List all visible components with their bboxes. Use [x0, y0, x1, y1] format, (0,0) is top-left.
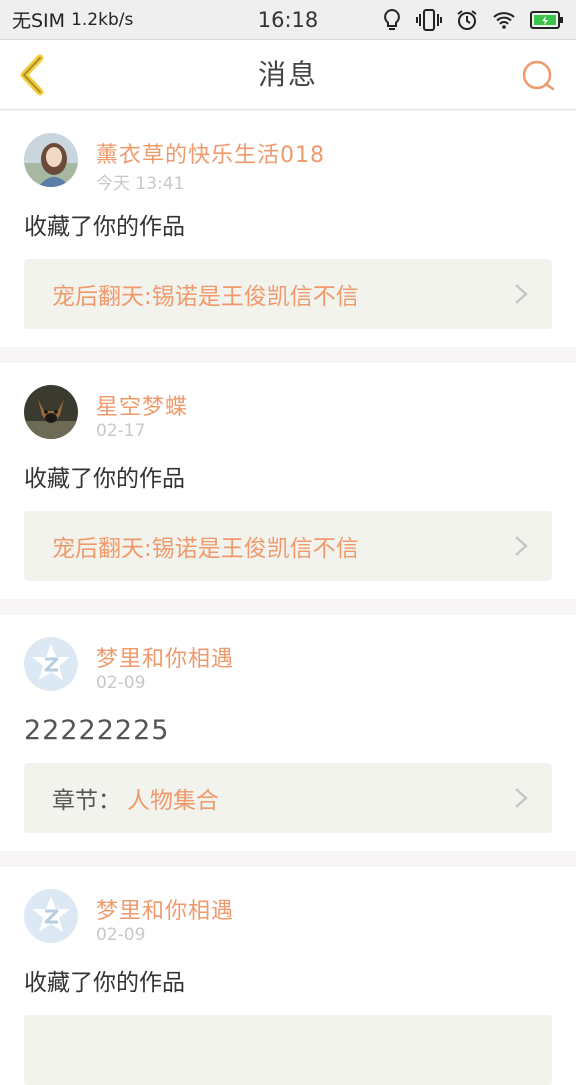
timestamp: 今天 13:41 [96, 174, 185, 194]
chapter-title: 人物集合 [127, 788, 219, 814]
timestamp: 02-17 [96, 421, 146, 441]
work-title: 宠后翻天:锡诺是王俊凯信不信 [52, 284, 359, 310]
message-card: 梦里和你相遇 02-09 22222225 章节： 人物集合 [0, 615, 576, 851]
status-left: 无SIM 1.2kb/s [12, 6, 382, 33]
username[interactable]: 薰衣草的快乐生活018 [96, 137, 325, 169]
message-header: 星空梦蝶 02-17 [24, 363, 552, 449]
search-icon [522, 60, 555, 91]
chevron-left-icon [20, 54, 44, 96]
work-link[interactable]: 宠后翻天:锡诺是王俊凯信不信 [24, 511, 552, 581]
avatar[interactable] [24, 889, 78, 943]
message-text: 收藏了你的作品 [24, 214, 185, 240]
username[interactable]: 梦里和你相遇 [96, 893, 234, 925]
default-avatar-icon [24, 889, 78, 943]
message-header: 薰衣草的快乐生活018 今天 13:41 [24, 111, 552, 197]
page-title: 消息 [257, 58, 318, 91]
timestamp: 02-09 [96, 925, 146, 945]
message-text: 22222225 [24, 715, 170, 746]
network-speed: 1.2kb/s [71, 9, 134, 30]
search-button[interactable] [520, 58, 556, 94]
status-icons [382, 8, 564, 32]
username[interactable]: 星空梦蝶 [96, 389, 188, 421]
avatar[interactable] [24, 385, 78, 439]
message-text: 收藏了你的作品 [24, 970, 185, 996]
wifi-icon [492, 10, 516, 30]
back-button[interactable] [14, 54, 54, 96]
avatar[interactable] [24, 637, 78, 691]
avatar[interactable] [24, 133, 78, 187]
message-header: 梦里和你相遇 02-09 [24, 615, 552, 701]
status-bar: 无SIM 1.2kb/s [0, 0, 576, 40]
message-card: 梦里和你相遇 02-09 收藏了你的作品 [0, 867, 576, 1085]
work-link[interactable]: 宠后翻天:锡诺是王俊凯信不信 [24, 259, 552, 329]
bulb-icon [382, 8, 402, 32]
chapter-label: 章节： [52, 788, 121, 814]
username[interactable]: 梦里和你相遇 [96, 641, 234, 673]
message-list: 薰衣草的快乐生活018 今天 13:41 收藏了你的作品 宠后翻天:锡诺是王俊凯… [0, 111, 576, 1085]
carrier-label: 无SIM [12, 10, 66, 32]
battery-charging-icon [530, 10, 564, 29]
chevron-right-icon [515, 284, 528, 304]
message-card: 星空梦蝶 02-17 收藏了你的作品 宠后翻天:锡诺是王俊凯信不信 [0, 363, 576, 599]
message-header: 梦里和你相遇 02-09 [24, 867, 552, 953]
chevron-right-icon [515, 788, 528, 808]
message-card: 薰衣草的快乐生活018 今天 13:41 收藏了你的作品 宠后翻天:锡诺是王俊凯… [0, 111, 576, 347]
alarm-icon [456, 9, 478, 31]
default-avatar-icon [24, 637, 78, 691]
work-title: 宠后翻天:锡诺是王俊凯信不信 [52, 536, 359, 562]
chapter-link[interactable]: 章节： 人物集合 [24, 763, 552, 833]
timestamp: 02-09 [96, 673, 146, 693]
message-text: 收藏了你的作品 [24, 466, 185, 492]
work-link[interactable] [24, 1015, 552, 1085]
vibrate-icon [416, 8, 442, 32]
chevron-right-icon [515, 536, 528, 556]
nav-bar: 消息 [0, 40, 576, 110]
